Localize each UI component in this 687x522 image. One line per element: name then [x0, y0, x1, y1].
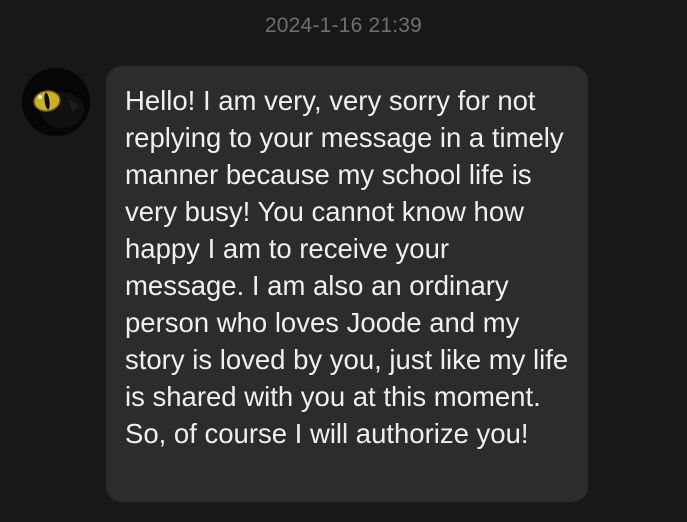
message-timestamp: 2024-1-16 21:39 [264, 14, 423, 37]
message-bubble[interactable]: Hello! I am very, very sorry for not rep… [106, 66, 588, 502]
contact-avatar[interactable] [22, 68, 90, 136]
cat-eye-avatar-icon [22, 68, 90, 136]
message-text: Hello! I am very, very sorry for not rep… [125, 85, 569, 449]
chat-screen: 2024-1-16 21:39 Hello! I am very, very s… [0, 0, 687, 522]
